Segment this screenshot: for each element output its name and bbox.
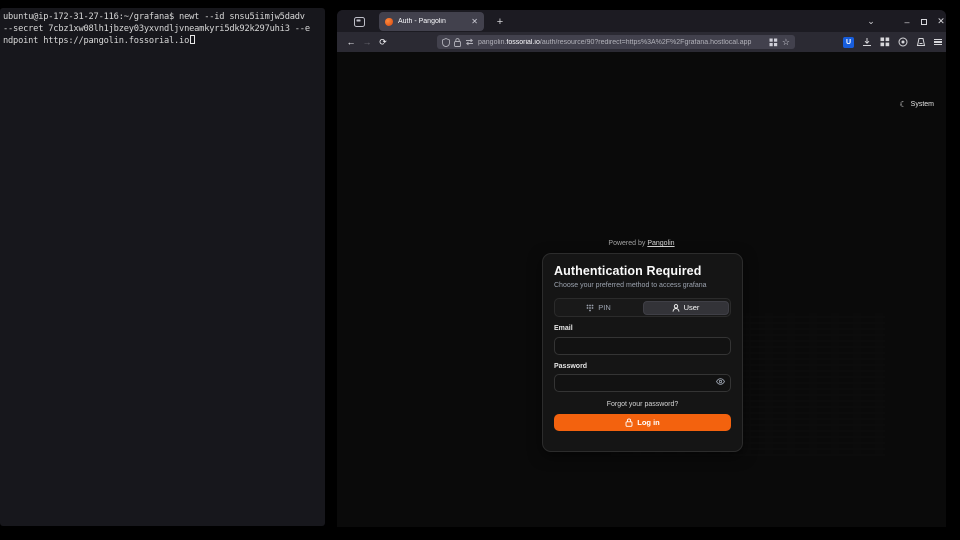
forward-button[interactable]: → — [359, 35, 375, 49]
auth-method-tabs: PIN User — [554, 298, 731, 317]
list-tabs-chevron-icon[interactable]: ⌄ — [863, 14, 879, 29]
downloads-icon[interactable] — [862, 37, 872, 47]
user-icon — [672, 304, 680, 312]
email-field[interactable] — [554, 337, 731, 355]
keypad-icon — [586, 304, 594, 312]
browser-tab[interactable]: Auth - Pangolin ✕ — [379, 12, 484, 31]
toolbar-extensions-area: U — [843, 32, 942, 52]
password-field[interactable] — [554, 374, 731, 392]
card-title: Authentication Required — [554, 264, 731, 278]
tab-close-icon[interactable]: ✕ — [471, 18, 478, 26]
terminal-line: ndpoint https://pangolin.fossorial.io — [3, 35, 322, 48]
tab-pin[interactable]: PIN — [557, 301, 641, 315]
circle-dot-extension-icon[interactable] — [898, 37, 908, 47]
email-label: Email — [554, 325, 731, 332]
menu-hamburger-icon[interactable] — [934, 39, 942, 46]
page-action-grid-icon[interactable] — [769, 38, 778, 47]
firefox-view-icon[interactable] — [347, 14, 371, 29]
powered-by-text: Powered by — [608, 240, 645, 247]
browser-window: Auth - Pangolin ✕ + ⌄ – ✕ ← → ⟳ pangolin… — [337, 10, 946, 527]
login-lock-icon — [625, 418, 633, 427]
theme-label: System — [911, 101, 934, 108]
terminal-line-text: ndpoint https://pangolin.fossorial.io — [3, 36, 189, 46]
window-maximize-button[interactable] — [916, 14, 932, 29]
url-domain: fossorial.io — [506, 39, 539, 46]
powered-by: Powered by Pangolin — [337, 240, 946, 247]
grid-extension-icon[interactable] — [880, 37, 890, 47]
terminal-line: --secret 7cbz1xw08lh1jbzey03yxvndljvneam… — [3, 24, 322, 36]
tab-user[interactable]: User — [643, 301, 729, 315]
bookmark-star-icon[interactable]: ☆ — [782, 38, 790, 47]
url-prefix: pangolin. — [478, 39, 506, 46]
tab-strip: Auth - Pangolin ✕ + ⌄ – ✕ — [337, 10, 946, 32]
extensions-puzzle-icon[interactable] — [916, 37, 926, 47]
window-close-button[interactable]: ✕ — [933, 14, 946, 29]
password-label: Password — [554, 363, 731, 370]
redirect-arrows-icon[interactable] — [465, 38, 474, 46]
moon-icon: ☾ — [899, 100, 906, 109]
tracking-shield-icon[interactable] — [442, 38, 450, 47]
back-button[interactable]: ← — [343, 35, 359, 49]
tab-pin-label: PIN — [598, 303, 611, 312]
url-path: /auth/resource/90?redirect=https%3A%2F%2… — [540, 39, 752, 46]
new-tab-button[interactable]: + — [492, 14, 508, 29]
show-password-eye-icon[interactable] — [716, 378, 725, 385]
terminal-line: ubuntu@ip-172-31-27-116:~/grafana$ newt … — [3, 12, 322, 24]
forgot-password-link[interactable]: Forgot your password? — [554, 401, 731, 408]
auth-page: ☾ System Powered by Pangolin Authenticat… — [337, 52, 946, 527]
login-button[interactable]: Log in — [554, 414, 731, 431]
maximize-icon — [921, 19, 927, 25]
tab-user-label: User — [684, 303, 700, 312]
reload-button[interactable]: ⟳ — [375, 35, 391, 49]
pangolin-favicon — [385, 18, 393, 26]
url-bar[interactable]: pangolin.fossorial.io/auth/resource/90?r… — [437, 35, 795, 49]
browser-toolbar: ← → ⟳ pangolin.fossorial.io/auth/resourc… — [337, 32, 946, 52]
tab-title: Auth - Pangolin — [398, 18, 466, 25]
auth-card: Authentication Required Choose your pref… — [542, 253, 743, 452]
terminal-cursor — [190, 35, 195, 44]
bitwarden-extension-icon[interactable]: U — [843, 37, 854, 48]
pangolin-link[interactable]: Pangolin — [647, 240, 674, 247]
card-subtitle: Choose your preferred method to access g… — [554, 282, 731, 289]
terminal-panel[interactable]: ubuntu@ip-172-31-27-116:~/grafana$ newt … — [0, 8, 325, 526]
lock-icon[interactable] — [454, 38, 461, 47]
theme-toggle[interactable]: ☾ System — [899, 100, 934, 109]
window-minimize-button[interactable]: – — [899, 14, 915, 29]
login-button-label: Log in — [637, 418, 660, 427]
url-text: pangolin.fossorial.io/auth/resource/90?r… — [478, 39, 765, 46]
